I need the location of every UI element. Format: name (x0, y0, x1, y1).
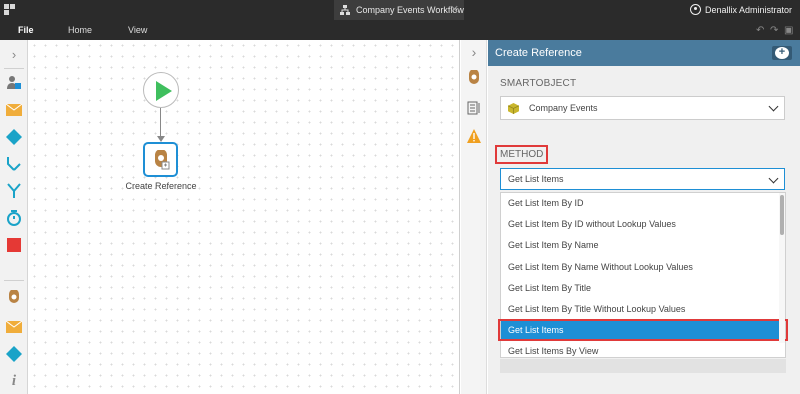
save-icon[interactable]: ▣ (784, 26, 794, 36)
method-option[interactable]: Get List Items By View (501, 341, 780, 357)
method-value: Get List Items (508, 174, 564, 184)
collapse-panel-icon[interactable]: › (461, 40, 487, 64)
panel-header: Create Reference (488, 40, 800, 66)
toolbox: › i (0, 40, 28, 394)
workflow-canvas[interactable]: Create Reference (29, 40, 460, 394)
panel-title: Create Reference (495, 47, 582, 59)
chevron-down-icon (768, 101, 779, 112)
method-option[interactable]: Get List Item By ID without Lookup Value… (501, 214, 780, 235)
smartobject-select[interactable]: Company Events (500, 96, 785, 120)
smartobject-icon[interactable] (6, 290, 22, 306)
menu-actions: ↶ ↷ ▣ (752, 24, 794, 36)
user-task-icon[interactable] (6, 75, 22, 91)
method-label: METHOD (495, 145, 549, 164)
create-reference-step[interactable] (143, 142, 178, 177)
method-option[interactable]: Get List Item By Name (501, 235, 780, 256)
panel-bottom-bar (500, 359, 786, 373)
scrollbar-thumb[interactable] (780, 195, 784, 235)
app-grid-icon[interactable] (4, 4, 15, 15)
method-option[interactable]: Get List Item By Title (501, 278, 780, 299)
method-options-list: Get List Item By ID Get List Item By ID … (500, 192, 786, 358)
close-tab-icon[interactable]: ✕ (450, 0, 459, 20)
properties-tab-icon[interactable] (466, 100, 482, 116)
timer-icon[interactable] (6, 210, 22, 226)
create-reference-icon (154, 149, 169, 169)
user-name: Denallix Administrator (704, 5, 792, 15)
split-icon[interactable] (6, 183, 22, 199)
email-icon[interactable] (6, 319, 22, 335)
start-node[interactable] (143, 72, 179, 108)
undo-icon[interactable]: ↶ (756, 26, 766, 36)
smartobject-tab-icon[interactable] (466, 70, 482, 86)
smartobject-label: SMARTOBJECT (500, 78, 577, 89)
decision-icon[interactable] (6, 129, 22, 145)
end-icon[interactable] (6, 237, 22, 253)
info-icon[interactable]: i (6, 373, 22, 389)
email-icon[interactable] (6, 102, 22, 118)
smartobject-value: Company Events (529, 103, 598, 113)
step-label: Create Reference (125, 181, 197, 191)
add-icon[interactable] (772, 46, 792, 60)
method-option-selected[interactable]: Get List Items (501, 320, 780, 342)
connector-line[interactable] (160, 108, 161, 138)
tab-label: Company Events Workflow (356, 5, 464, 15)
decision-icon[interactable] (6, 346, 22, 362)
tab-company-events-workflow[interactable]: Company Events Workflow ✕ (334, 0, 464, 20)
smartobject-cube-icon (508, 103, 519, 114)
method-option[interactable]: Get List Item By Title Without Lookup Va… (501, 299, 780, 320)
method-option[interactable]: Get List Item By Name Without Lookup Val… (501, 257, 780, 278)
redo-icon[interactable]: ↷ (770, 26, 780, 36)
play-icon (156, 81, 172, 101)
method-select[interactable]: Get List Items (500, 168, 785, 190)
method-option[interactable]: Get List Item By ID (501, 193, 780, 214)
chevron-down-icon (768, 173, 779, 184)
expand-toolbox-icon[interactable]: › (6, 46, 22, 62)
workflow-icon (340, 5, 350, 15)
properties-panel: Create Reference SMARTOBJECT Company Eve… (488, 40, 800, 394)
user-menu[interactable]: Denallix Administrator (689, 0, 792, 20)
panel-tabs-strip: › (461, 40, 487, 394)
menu-file[interactable]: File (18, 20, 34, 40)
warning-tab-icon[interactable] (466, 128, 482, 144)
title-bar: Company Events Workflow ✕ Denallix Admin… (0, 0, 800, 20)
merge-icon[interactable] (6, 156, 22, 172)
menu-view[interactable]: View (128, 20, 147, 40)
menu-home[interactable]: Home (68, 20, 92, 40)
menu-bar: File Home View ↶ ↷ ▣ (0, 20, 800, 40)
options-scrollbar[interactable] (779, 193, 785, 343)
user-avatar-icon (689, 4, 701, 15)
